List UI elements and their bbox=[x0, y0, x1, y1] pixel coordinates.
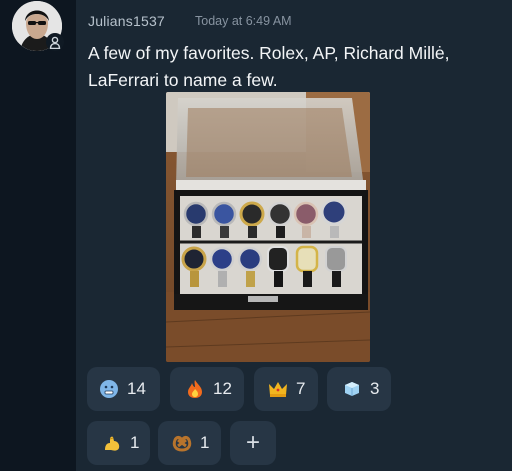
chat-window: Julians1537 Today at 6:49 AM A few of my… bbox=[0, 0, 512, 471]
reaction-flexed-biceps[interactable]: 1 bbox=[87, 421, 150, 465]
fire-emoji-icon bbox=[184, 378, 206, 400]
user-icon bbox=[46, 33, 64, 51]
reaction-count: 3 bbox=[370, 379, 380, 398]
pretzel-emoji-icon bbox=[171, 432, 193, 454]
message-text: A few of my favorites. Rolex, AP, Richar… bbox=[88, 43, 450, 90]
message-timestamp[interactable]: Today at 6:49 AM bbox=[195, 14, 292, 28]
reaction-ice-cube[interactable]: 3 bbox=[327, 367, 391, 411]
flexed-biceps-emoji-icon bbox=[101, 432, 123, 454]
reaction-count: 14 bbox=[127, 379, 146, 398]
message-author[interactable]: Julians1537 bbox=[88, 13, 165, 29]
reaction-fire[interactable]: 12 bbox=[170, 367, 244, 411]
reaction-count: 1 bbox=[200, 433, 210, 452]
add-reaction-button[interactable]: + bbox=[230, 421, 276, 465]
ice-cube-emoji-icon bbox=[341, 378, 363, 400]
reaction-count: 7 bbox=[296, 379, 306, 398]
reaction-count: 1 bbox=[130, 433, 140, 452]
watch-box-photo bbox=[166, 92, 370, 362]
crown-emoji-icon bbox=[267, 378, 289, 400]
message-image-attachment[interactable] bbox=[166, 92, 370, 362]
reaction-cold-face[interactable]: 14 bbox=[87, 367, 160, 411]
avatar-gutter bbox=[0, 0, 76, 471]
cold-face-emoji-icon bbox=[98, 378, 120, 400]
reaction-crown[interactable]: 7 bbox=[254, 367, 318, 411]
plus-icon: + bbox=[245, 429, 260, 456]
reaction-count: 12 bbox=[213, 379, 232, 398]
reaction-pretzel[interactable]: 1 bbox=[158, 421, 221, 465]
